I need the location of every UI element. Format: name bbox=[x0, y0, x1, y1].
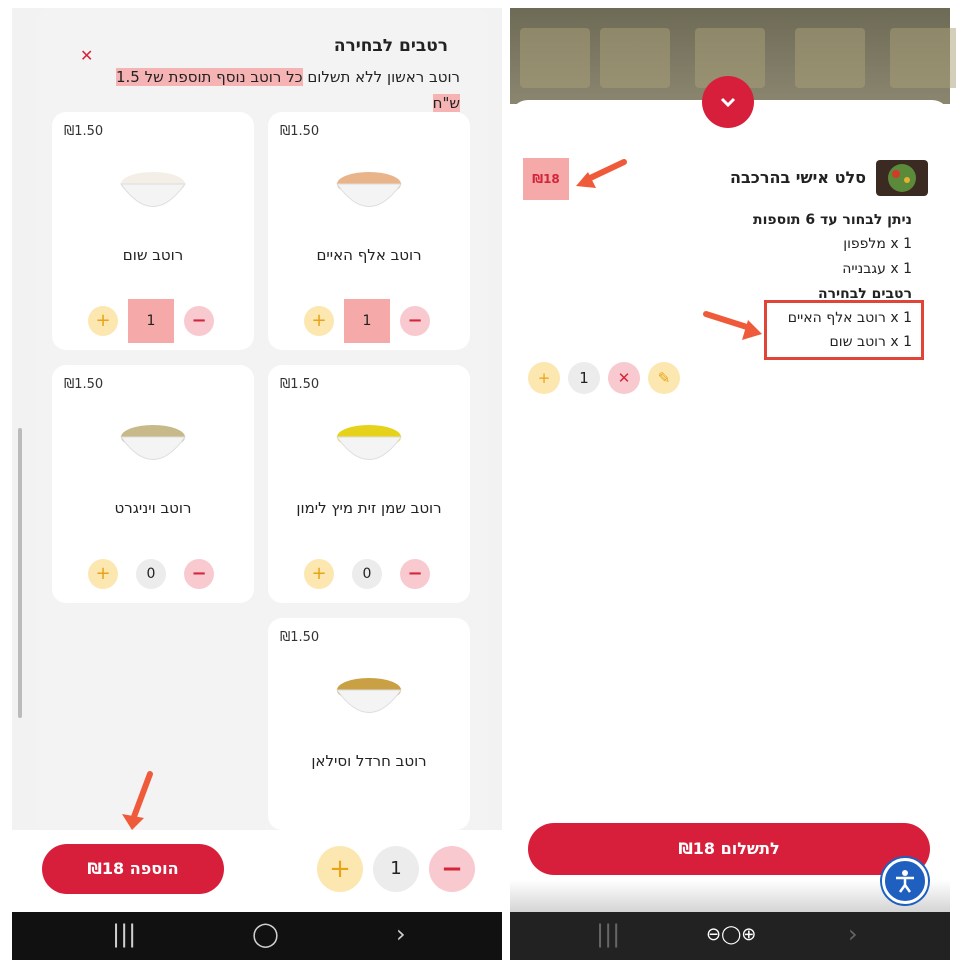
price: ₪1.50 bbox=[280, 630, 320, 645]
quantity: 1 bbox=[128, 299, 174, 343]
sauce-item: 1 x רוטב שום bbox=[829, 334, 912, 350]
recent-apps-icon[interactable]: ||| bbox=[596, 920, 620, 948]
increase-button[interactable]: + bbox=[304, 306, 334, 336]
topping-item: 1 x מלפפון bbox=[843, 236, 912, 252]
increase-button[interactable]: + bbox=[317, 846, 363, 892]
sauce-card[interactable]: ₪1.50 רוטב שמן זית מיץ לימון + 0 − bbox=[268, 365, 470, 603]
sauce-bowl-image bbox=[336, 425, 402, 460]
sauce-card[interactable]: ₪1.50 רוטב שום + 1 − bbox=[52, 112, 254, 350]
back-icon[interactable]: › bbox=[848, 920, 858, 948]
increase-button[interactable]: + bbox=[304, 559, 334, 589]
bottom-action-bar: הוספה ₪18 + 1 − bbox=[12, 830, 502, 913]
sauce-name: רוטב חרדל וסילאן bbox=[311, 752, 427, 770]
sauce-card[interactable]: ₪1.50 רוטב חרדל וסילאן bbox=[268, 618, 470, 830]
salad-thumbnail bbox=[876, 160, 928, 196]
decrease-button[interactable]: − bbox=[400, 559, 430, 589]
android-nav-bar: ||| ◯ › bbox=[12, 912, 502, 960]
sauce-bowl-image bbox=[120, 425, 186, 460]
toppings-heading: ניתן לבחור עד 6 תוספות bbox=[753, 212, 912, 228]
close-icon[interactable]: ✕ bbox=[80, 46, 93, 65]
price: ₪1.50 bbox=[64, 124, 104, 139]
sauce-item: 1 x רוטב אלף האיים bbox=[787, 310, 912, 326]
sauce-title: רטבים לבחירה bbox=[333, 36, 448, 56]
highlight-box bbox=[764, 300, 924, 360]
annotation-arrow bbox=[122, 771, 153, 830]
left-screen: ✕ רטבים לבחירה רוטב ראשון ללא תשלום כל ר… bbox=[12, 8, 502, 913]
edit-icon[interactable]: ✎ bbox=[648, 362, 680, 394]
desc-currency: ש"ח bbox=[432, 94, 460, 112]
price: ₪1.50 bbox=[280, 124, 320, 139]
android-nav-bar: ||| ⊖◯⊕ › bbox=[510, 912, 950, 960]
desc-extra-cost: כל רוטב נוסף תוספת של 1.5 bbox=[115, 68, 303, 86]
sauce-description: רוטב ראשון ללא תשלום כל רוטב נוסף תוספת … bbox=[40, 64, 460, 116]
accessibility-icon[interactable] bbox=[882, 858, 928, 904]
increase-button[interactable]: + bbox=[88, 559, 118, 589]
desc-free: רוטב ראשון ללא תשלום bbox=[307, 68, 460, 86]
sauce-name: רוטב שום bbox=[122, 246, 184, 264]
increase-button[interactable]: + bbox=[528, 362, 560, 394]
sauce-name: רוטב שמן זית מיץ לימון bbox=[296, 499, 442, 517]
sauce-name: רוטב אלף האיים bbox=[316, 246, 422, 264]
remove-icon[interactable]: ✕ bbox=[608, 362, 640, 394]
price-badge: ₪18 bbox=[523, 158, 569, 200]
price: ₪1.50 bbox=[64, 377, 104, 392]
scrollbar[interactable] bbox=[18, 428, 22, 718]
decrease-button[interactable]: − bbox=[429, 846, 475, 892]
sauce-card[interactable]: ₪1.50 רוטב אלף האיים + 1 − bbox=[268, 112, 470, 350]
quantity: 1 bbox=[373, 846, 419, 892]
decrease-button[interactable]: − bbox=[184, 306, 214, 336]
sauce-name: רוטב ויניגרט bbox=[114, 499, 192, 517]
decrease-button[interactable]: − bbox=[400, 306, 430, 336]
annotation-arrow bbox=[576, 159, 627, 188]
sauce-card[interactable]: ₪1.50 רוטב ויניגרט + 0 − bbox=[52, 365, 254, 603]
quantity: 1 bbox=[568, 362, 600, 394]
price: ₪1.50 bbox=[280, 377, 320, 392]
zoom-icon[interactable]: ⊖◯⊕ bbox=[706, 924, 756, 945]
recent-apps-icon[interactable]: ||| bbox=[112, 920, 136, 948]
sauce-bowl-image bbox=[336, 172, 402, 207]
sauce-bowl-image bbox=[120, 172, 186, 207]
chevron-down-icon[interactable] bbox=[702, 76, 754, 128]
checkout-button[interactable]: לתשלום ₪18 bbox=[528, 823, 930, 875]
quantity: 0 bbox=[352, 559, 382, 589]
home-icon[interactable]: ◯ bbox=[252, 920, 279, 948]
decrease-button[interactable]: − bbox=[184, 559, 214, 589]
quantity: 1 bbox=[344, 299, 390, 343]
sauce-bowl-image bbox=[336, 678, 402, 713]
increase-button[interactable]: + bbox=[88, 306, 118, 336]
back-icon[interactable]: › bbox=[396, 920, 406, 948]
topping-item: 1 x עגבנייה bbox=[842, 261, 912, 277]
sauce-sheet: ✕ רטבים לבחירה רוטב ראשון ללא תשלום כל ר… bbox=[36, 8, 488, 913]
add-to-cart-button[interactable]: הוספה ₪18 bbox=[42, 844, 224, 894]
item-title: סלט אישי בהרכבה bbox=[730, 168, 866, 187]
annotation-arrow bbox=[703, 311, 762, 340]
quantity: 0 bbox=[136, 559, 166, 589]
right-screen: ₪18 סלט אישי בהרכבה ניתן לבחור עד 6 תוספ… bbox=[510, 8, 956, 918]
